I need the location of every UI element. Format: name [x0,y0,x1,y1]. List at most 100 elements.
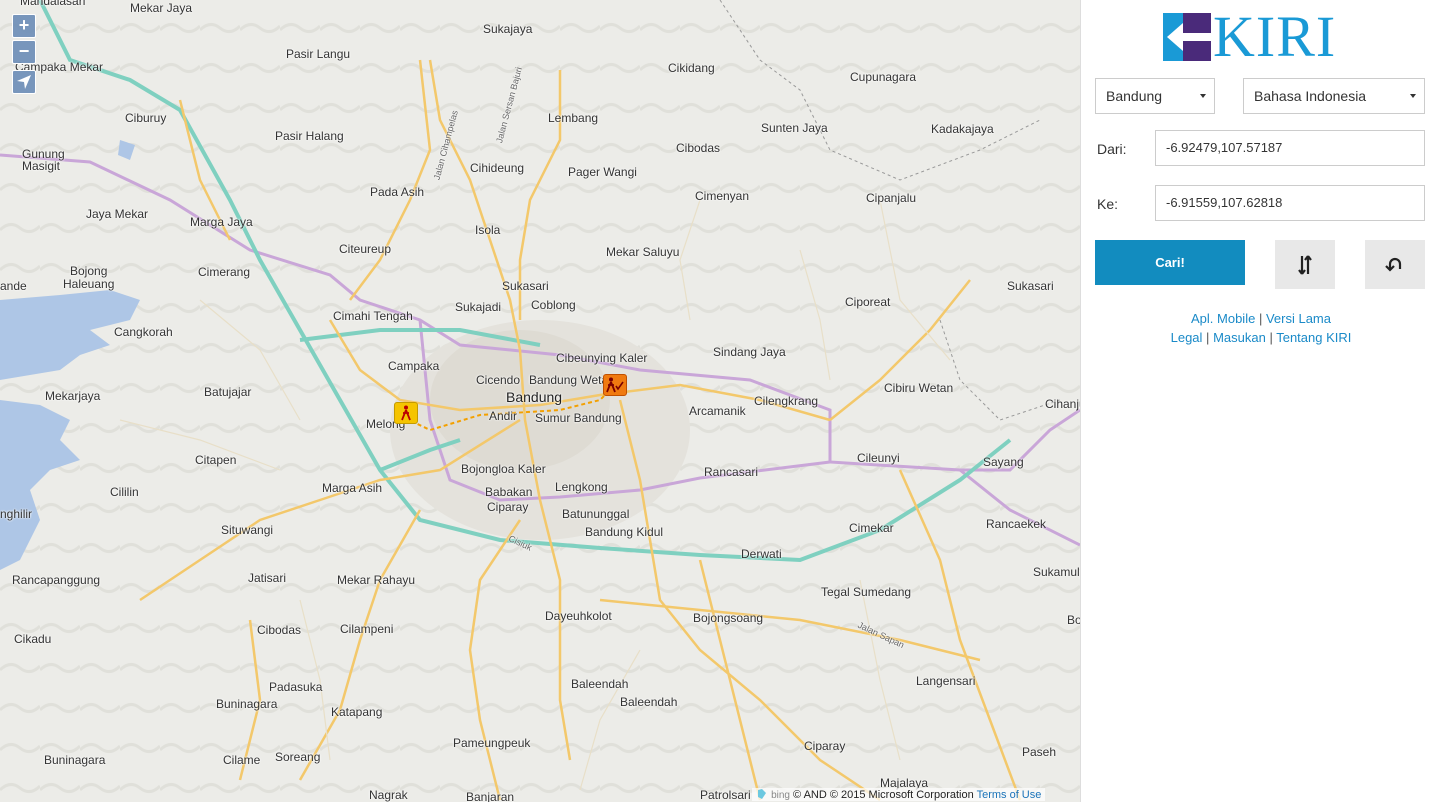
map-place-label: Sumur Bandung [535,411,622,425]
map-place-label: Pada Asih [370,185,425,199]
swap-button[interactable] [1275,240,1335,289]
map-place-label: Cimerang [198,265,251,279]
map-place-label: Jaya Mekar [86,207,149,221]
logo-text: KIRI [1213,4,1337,69]
map-place-label: Buninagara [216,697,278,711]
map-place-label: Baleendah [620,695,678,709]
map-place-label: Soreang [275,750,321,764]
map-place-label: Rancapanggung [12,573,101,587]
map-place-label: Ciporeat [845,295,891,309]
map-place-label: nghilir [0,507,33,521]
copyright-text: © AND © 2015 Microsoft Corporation [793,789,974,801]
dropdown-arrow-icon [1410,94,1416,98]
map-place-label: Kadakajaya [931,122,994,136]
language-select[interactable]: Bahasa Indonesia [1243,78,1425,114]
map-place-label: Cihideung [470,161,525,175]
map-place-label: Nagrak [369,788,408,802]
map-place-label: Coblong [531,298,576,312]
map-place-label: Cililin [110,485,139,499]
walking-person-icon [401,405,411,421]
map-place-label: Cikadu [14,632,52,646]
locate-button[interactable] [12,70,36,94]
language-select-value: Bahasa Indonesia [1254,88,1367,104]
map-place-label: Isola [475,223,501,237]
map-place-label: Haleuang [63,277,115,291]
dropdown-arrow-icon [1200,94,1206,98]
undo-icon [1385,257,1402,272]
city-select[interactable]: Bandung [1095,78,1215,114]
map-place-label: Babakan [485,485,533,499]
map-place-label: Citeureup [339,242,392,256]
map-place-label: Mekar Jaya [130,1,193,15]
search-button[interactable]: Cari! [1095,240,1245,285]
link-separator: | [1258,311,1263,326]
about-link[interactable]: Tentang KIRI [1276,330,1351,345]
map-place-label: Jatisari [248,571,287,585]
map-place-label: Sukamulya [1033,565,1080,579]
map-place-label: Rancasari [704,465,759,479]
map-place-label: Sukajadi [455,300,502,314]
start-marker[interactable] [394,402,418,424]
map-place-label: Langensari [916,674,976,688]
to-input[interactable]: -6.91559,107.62818 [1155,185,1425,221]
map-place-label: Lengkong [555,480,608,494]
map-place-label: Mandalasari [20,0,86,8]
old-version-link[interactable]: Versi Lama [1266,311,1331,326]
map-place-label: Marga Asih [322,481,383,495]
map-place-label: Ciparay [487,500,529,514]
zoom-in-button[interactable]: + [12,14,36,38]
link-separator: | [1206,330,1210,345]
location-arrow-icon [17,75,31,89]
map-place-label: Cilame [223,753,261,767]
map-place-label: Cicendo [476,373,521,387]
map-place-label: Cileunyi [857,451,900,465]
side-panel: KIRI Bandung Bahasa Indonesia Dari: -6.9… [1080,0,1440,802]
from-input[interactable]: -6.92479,107.57187 [1155,130,1425,166]
map-place-label: ande [0,279,27,293]
map-place-label: Cimenyan [695,189,750,203]
map-place-label: Patrolsari [700,788,751,802]
map-place-label: Mekar Rahayu [337,573,416,587]
to-label: Ke: [1097,196,1119,212]
map-place-label: Cibodas [676,141,721,155]
map-place-label: Marga Jaya [190,215,253,229]
terms-of-use-link[interactable]: Terms of Use [977,789,1042,801]
map-place-label: Padasuka [269,680,323,694]
swap-arrows-icon [1298,254,1312,275]
mobile-app-link[interactable]: Apl. Mobile [1191,311,1255,326]
city-select-value: Bandung [1106,88,1163,104]
map-place-label: Cikidang [668,61,715,75]
map-view[interactable]: Mekar Jaya Sukajaya Campaka Mekar Pasir Lan… [0,0,1080,802]
map-place-label: Bandung Wetan [529,373,615,387]
map-place-label: Pasir Langu [286,47,351,61]
map-place-label: Citapen [195,453,237,467]
kiri-logo: KIRI [1163,4,1337,69]
map-place-label: Paseh [1022,745,1057,759]
map-place-label: Lembang [548,111,599,125]
map-place-label: Bandung Kidul [585,525,664,539]
map-place-label: Baleendah [571,677,629,691]
map-place-label: Cimahi Tengah [333,309,413,323]
map-place-label: Ciparay [804,739,846,753]
legal-link[interactable]: Legal [1171,330,1203,345]
bing-logo-icon [758,789,766,799]
finish-marker[interactable] [603,374,627,396]
feedback-link[interactable]: Masukan [1213,330,1266,345]
map-place-label: Batununggal [562,507,630,521]
map-place-label: Cimekar [849,521,894,535]
map-place-label: Ciburuy [125,111,167,125]
reset-button[interactable] [1365,240,1425,289]
map-place-label: Cibodas [257,623,302,637]
bing-text: bing [771,790,790,801]
map-place-label: Cilengkrang [754,394,819,408]
map-place-label: Pameungpeuk [453,736,531,750]
map-place-label: Buninagara [44,753,106,767]
map-place-label: Cibeunying Kaler [556,351,648,365]
map-place-label: Sukasari [502,279,549,293]
map-place-label: Masigit [22,159,61,173]
map-place-label: Bojongsoang [693,611,764,625]
zoom-out-button[interactable]: − [12,40,36,64]
map-place-label: Sukajaya [483,22,533,36]
map-city-label: Bandung [506,389,563,405]
map-place-label: Arcamanik [689,404,746,418]
